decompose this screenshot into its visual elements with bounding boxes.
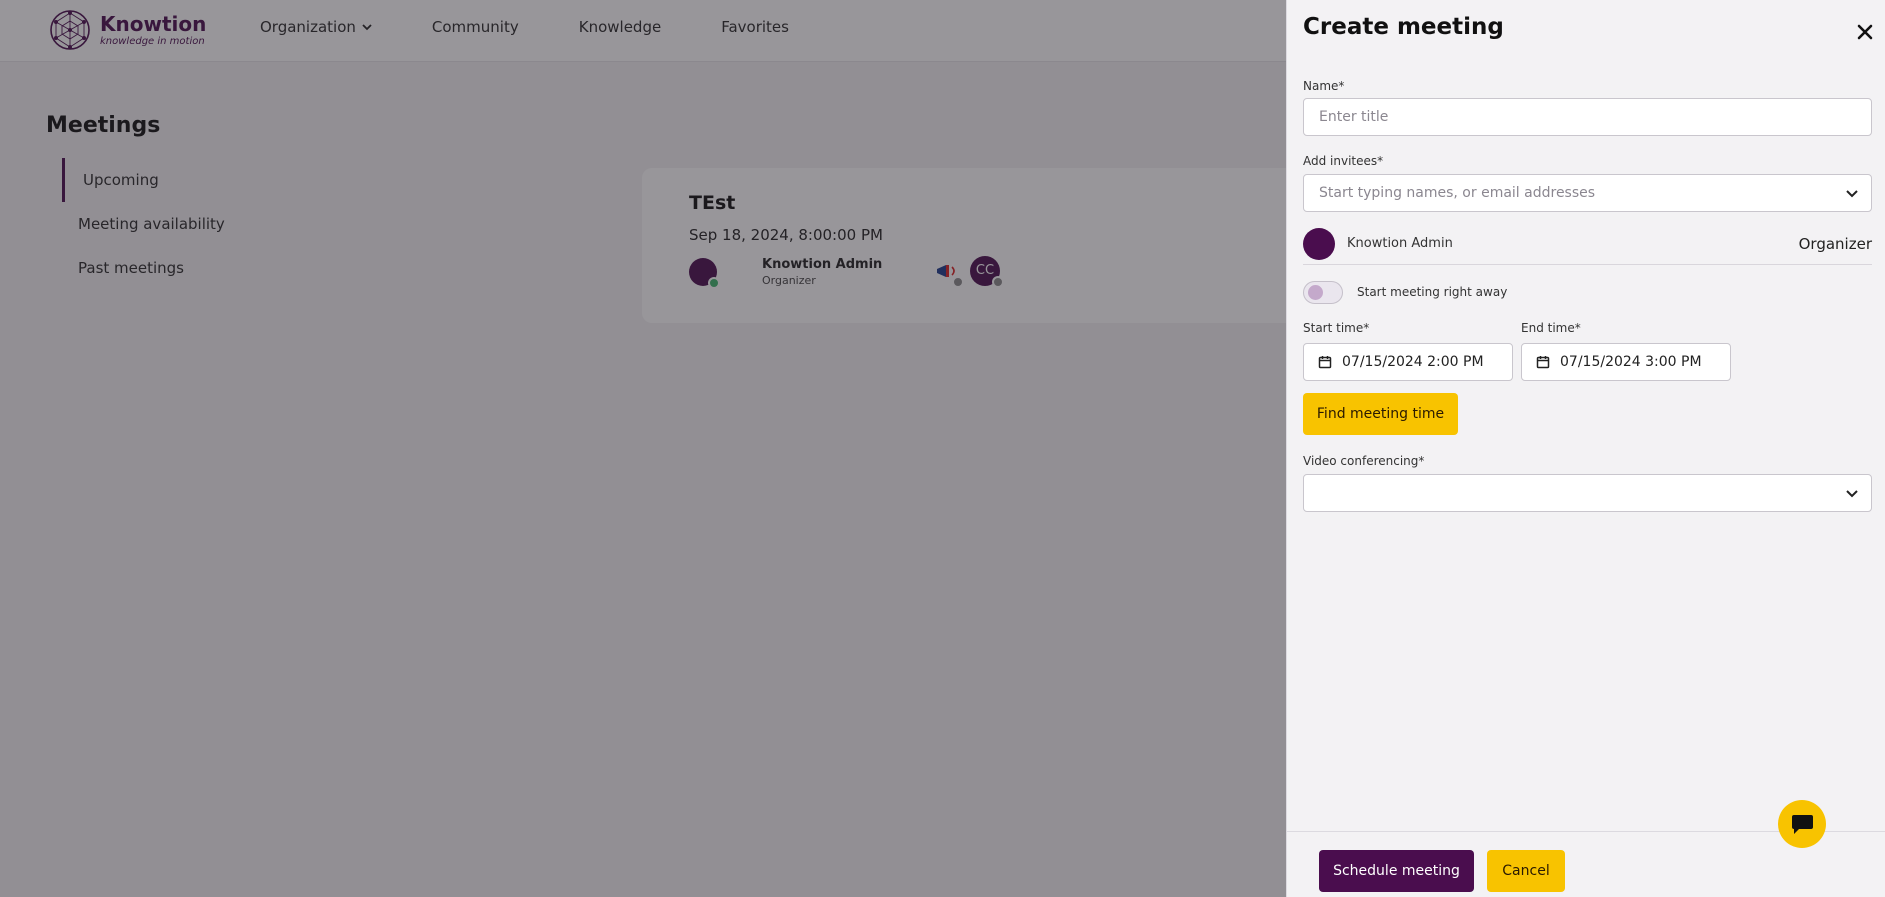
name-placeholder: Enter title (1319, 109, 1389, 125)
start-time-value: 07/15/2024 2:00 PM (1342, 354, 1484, 370)
name-input[interactable]: Enter title (1303, 98, 1872, 136)
toggle-knob (1308, 285, 1323, 300)
chevron-down-icon[interactable] (1845, 188, 1859, 200)
drawer-title: Create meeting (1303, 14, 1504, 40)
invitees-placeholder: Start typing names, or email addresses (1319, 185, 1596, 201)
invitee-name: Knowtion Admin (1347, 236, 1453, 251)
close-icon[interactable] (1855, 22, 1875, 42)
end-time-picker[interactable]: 07/15/2024 3:00 PM (1521, 343, 1731, 381)
calendar-icon (1318, 356, 1332, 369)
create-meeting-drawer: Create meeting Name* Enter title Add inv… (1286, 0, 1885, 897)
calendar-icon (1536, 356, 1550, 369)
invitees-label: Add invitees* (1303, 154, 1384, 168)
video-conferencing-select[interactable] (1303, 474, 1872, 512)
end-time-label: End time* (1521, 321, 1581, 335)
chat-button[interactable] (1778, 800, 1826, 848)
start-time-picker[interactable]: 07/15/2024 2:00 PM (1303, 343, 1513, 381)
find-meeting-time-button[interactable]: Find meeting time (1303, 393, 1458, 435)
invitees-input[interactable]: Start typing names, or email addresses (1303, 174, 1872, 212)
schedule-meeting-button[interactable]: Schedule meeting (1319, 850, 1474, 892)
invitee-role: Organizer (1798, 235, 1872, 253)
start-now-label: Start meeting right away (1357, 285, 1508, 299)
name-label: Name* (1303, 79, 1345, 93)
invitee-row: Knowtion Admin Organizer (1303, 227, 1872, 265)
cancel-button[interactable]: Cancel (1487, 850, 1565, 892)
modal-backdrop[interactable] (0, 0, 1286, 897)
start-time-label: Start time* (1303, 321, 1370, 335)
chevron-down-icon[interactable] (1845, 488, 1859, 500)
end-time-value: 07/15/2024 3:00 PM (1560, 354, 1702, 370)
video-conferencing-label: Video conferencing* (1303, 454, 1425, 468)
invitee-avatar (1303, 228, 1335, 260)
chat-bubble-icon (1792, 815, 1813, 834)
start-now-toggle[interactable] (1303, 281, 1343, 304)
